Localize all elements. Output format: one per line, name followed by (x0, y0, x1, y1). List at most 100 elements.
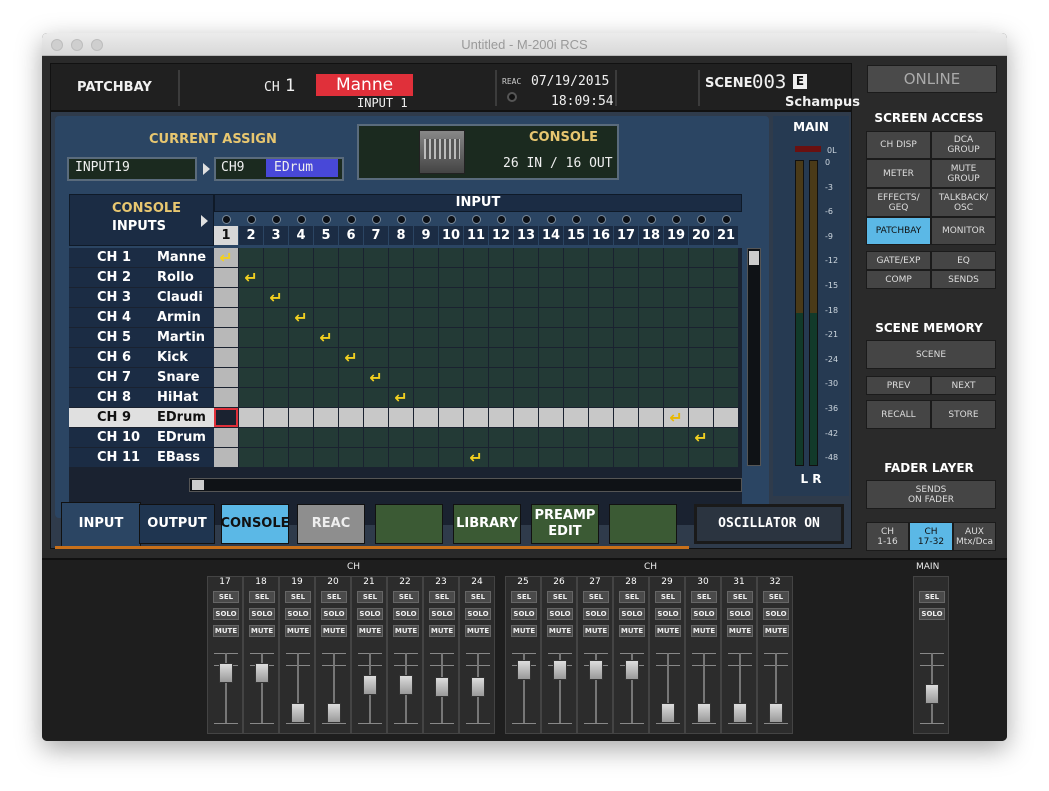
vscroll-thumb[interactable] (749, 251, 759, 265)
sel-button[interactable]: SEL (465, 591, 491, 603)
patch-cell[interactable] (589, 308, 613, 327)
patch-cell[interactable] (639, 368, 663, 387)
patch-cell[interactable] (664, 348, 688, 367)
patch-cell[interactable] (214, 368, 238, 387)
patch-cell[interactable] (289, 408, 313, 427)
patch-cell[interactable] (539, 448, 563, 467)
patch-cell[interactable] (339, 328, 363, 347)
ch-disp-button[interactable]: CH DISP (866, 131, 931, 159)
patch-cell[interactable] (689, 288, 713, 307)
patch-cell[interactable] (564, 348, 588, 367)
patch-cell[interactable] (439, 428, 463, 447)
patch-cell[interactable] (239, 368, 263, 387)
patch-cell[interactable] (539, 288, 563, 307)
patch-cell[interactable] (214, 308, 238, 327)
patch-cell[interactable] (314, 348, 338, 367)
column-header[interactable]: 20 (689, 226, 713, 245)
column-header[interactable]: 14 (539, 226, 563, 245)
patch-cell[interactable] (614, 268, 638, 287)
patch-cell[interactable] (589, 448, 613, 467)
patch-cell[interactable]: ↵ (214, 248, 238, 267)
patch-cell[interactable] (714, 428, 738, 447)
mute-button[interactable]: MUTE (249, 625, 275, 637)
patch-cell[interactable] (439, 448, 463, 467)
patch-cell[interactable] (614, 248, 638, 267)
matrix-vscrollbar[interactable] (747, 248, 761, 466)
patch-cell[interactable] (664, 268, 688, 287)
patch-cell[interactable] (389, 288, 413, 307)
patch-cell[interactable] (264, 348, 288, 367)
patch-cell[interactable] (714, 248, 738, 267)
patch-cell[interactable]: ↵ (689, 428, 713, 447)
patch-cell[interactable]: ↵ (239, 268, 263, 287)
tab-blank-2[interactable] (609, 504, 677, 544)
sends-on-fader-button[interactable]: SENDS ON FADER (866, 480, 996, 509)
patch-cell[interactable] (689, 408, 713, 427)
column-header[interactable]: 9 (414, 226, 438, 245)
column-header[interactable]: 16 (589, 226, 613, 245)
patch-cell[interactable] (214, 408, 238, 427)
patch-cell[interactable] (414, 328, 438, 347)
column-header[interactable]: 10 (439, 226, 463, 245)
patch-cell[interactable] (214, 388, 238, 407)
fader-cap-icon[interactable] (733, 703, 747, 724)
sel-button[interactable]: SEL (357, 591, 383, 603)
patch-cell[interactable] (664, 448, 688, 467)
talkback-osc-button[interactable]: TALKBACK/OSC (931, 188, 996, 217)
solo-button[interactable]: SOLO (321, 608, 347, 620)
fader-cap-icon[interactable] (399, 675, 413, 696)
patch-cell[interactable] (589, 368, 613, 387)
patch-cell[interactable] (639, 448, 663, 467)
patch-cell[interactable] (489, 428, 513, 447)
patch-cell[interactable] (364, 428, 388, 447)
patch-cell[interactable] (564, 408, 588, 427)
solo-button[interactable]: SOLO (285, 608, 311, 620)
patch-cell[interactable] (389, 268, 413, 287)
fader-cap-icon[interactable] (291, 703, 305, 724)
patch-cell[interactable] (489, 348, 513, 367)
patch-cell[interactable] (239, 388, 263, 407)
matrix-row-label[interactable]: CH 3 Claudi (69, 288, 214, 307)
patch-cell[interactable] (339, 408, 363, 427)
patch-cell[interactable] (364, 348, 388, 367)
fader-cap-icon[interactable] (589, 659, 603, 680)
patch-cell[interactable] (539, 348, 563, 367)
mute-group-button[interactable]: MUTE GROUP (931, 159, 996, 188)
patch-cell[interactable] (539, 368, 563, 387)
solo-button[interactable]: SOLO (619, 608, 645, 620)
patch-cell[interactable]: ↵ (339, 348, 363, 367)
patch-cell[interactable] (414, 268, 438, 287)
comp-button[interactable]: COMP (866, 270, 931, 289)
mute-button[interactable]: MUTE (763, 625, 789, 637)
patch-cell[interactable] (464, 288, 488, 307)
patch-cell[interactable] (314, 248, 338, 267)
patch-cell[interactable] (414, 308, 438, 327)
patch-cell[interactable] (514, 388, 538, 407)
sel-button[interactable]: SEL (511, 591, 537, 603)
patch-cell[interactable] (589, 428, 613, 447)
patch-cell[interactable] (689, 348, 713, 367)
patch-cell[interactable] (464, 308, 488, 327)
patch-cell[interactable] (714, 448, 738, 467)
patch-cell[interactable] (589, 248, 613, 267)
fader-cap-icon[interactable] (625, 659, 639, 680)
patch-cell[interactable] (664, 388, 688, 407)
patch-cell[interactable] (439, 268, 463, 287)
store-button[interactable]: STORE (931, 400, 996, 429)
column-header[interactable]: 19 (664, 226, 688, 245)
patch-cell[interactable] (539, 248, 563, 267)
patch-cell[interactable] (339, 248, 363, 267)
patch-cell[interactable] (614, 368, 638, 387)
sel-button[interactable]: SEL (919, 591, 945, 603)
solo-button[interactable]: SOLO (547, 608, 573, 620)
mute-button[interactable]: MUTE (547, 625, 573, 637)
solo-button[interactable]: SOLO (511, 608, 537, 620)
layer-aux-button[interactable]: AUX Mtx/Dca (953, 522, 996, 551)
fader-cap-icon[interactable] (327, 703, 341, 724)
patch-cell[interactable] (664, 288, 688, 307)
solo-button[interactable]: SOLO (249, 608, 275, 620)
patch-cell[interactable] (414, 248, 438, 267)
column-header[interactable]: 3 (264, 226, 288, 245)
patch-cell[interactable] (539, 428, 563, 447)
patch-cell[interactable] (289, 348, 313, 367)
